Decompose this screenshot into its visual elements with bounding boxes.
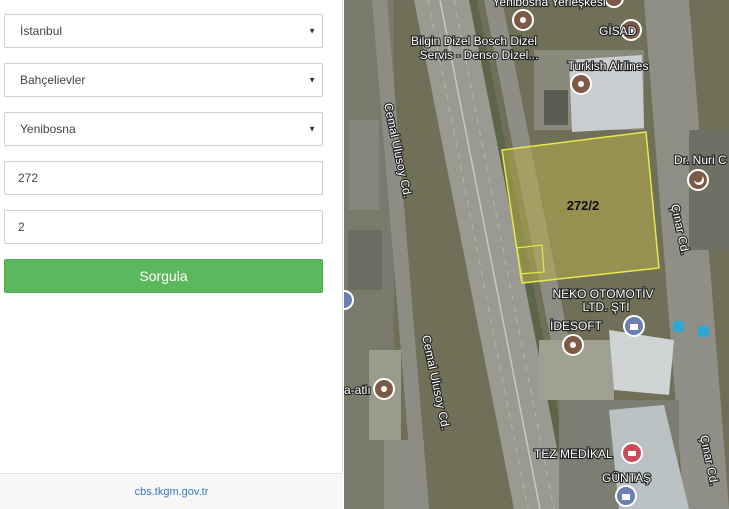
satellite-map[interactable]: 272/2 Yenibosna Yerleşkesi GİSAD Bilgin …	[344, 0, 729, 509]
dropdown-arrow-icon: ▼	[308, 75, 316, 85]
district-value: Bahçelievler	[20, 73, 86, 87]
block-value: 272	[18, 171, 39, 185]
poi-label-nuri: Dr. Nuri C	[674, 153, 727, 167]
mosque-icon[interactable]	[687, 169, 709, 191]
poi-label-neko-line2: LTD. ŞTİ	[582, 300, 629, 314]
shopping-bag-icon[interactable]	[344, 290, 354, 310]
neighborhood-select[interactable]: Yenibosna ▼	[4, 112, 323, 146]
shopping-bag-icon[interactable]	[623, 315, 645, 337]
province-value: İstanbul	[20, 24, 63, 38]
poi-marker-icon[interactable]	[562, 334, 584, 356]
poi-label-gisad: GİSAD	[599, 24, 637, 38]
poi-label-guntas: GÜNTAŞ	[602, 471, 651, 485]
poi-label-bilgin-line1: Bilgin Dizel Bosch Dizel	[411, 34, 537, 48]
footer-link[interactable]: cbs.tkgm.gov.tr	[135, 486, 209, 498]
district-select[interactable]: Bahçelievler ▼	[4, 63, 323, 97]
parcel-value: 2	[18, 220, 25, 234]
parcel-label: 272/2	[567, 198, 600, 213]
poi-marker-icon[interactable]	[373, 378, 395, 400]
poi-label-atli: a-atlı	[344, 383, 371, 397]
medical-icon[interactable]	[621, 442, 643, 464]
province-select[interactable]: İstanbul ▼	[4, 14, 323, 48]
query-panel: İstanbul ▼ Bahçelievler ▼ Yenibosna ▼ 27…	[0, 0, 343, 509]
dropdown-arrow-icon: ▼	[308, 26, 316, 36]
map-view[interactable]: 272/2 Yenibosna Yerleşkesi GİSAD Bilgin …	[344, 0, 729, 509]
shopping-bag-icon[interactable]	[615, 485, 637, 507]
poi-label-idesoft: İDESOFT	[550, 319, 603, 333]
footer: cbs.tkgm.gov.tr	[0, 473, 343, 509]
poi-label-yenibosna: Yenibosna Yerleşkesi	[493, 0, 606, 9]
neighborhood-value: Yenibosna	[20, 122, 76, 136]
parcel-input[interactable]: 2	[4, 210, 323, 244]
poi-label-tez-medikal: TEZ MEDİKAL	[534, 447, 613, 461]
query-button[interactable]: Sorgula	[4, 259, 323, 293]
poi-marker-icon[interactable]	[570, 73, 592, 95]
poi-label-neko-line1: NEKO OTOMOTİV	[552, 287, 653, 301]
dropdown-arrow-icon: ▼	[308, 124, 316, 134]
poi-label-turkish-airlines: Turkish Airlines	[568, 59, 649, 73]
poi-label-bilgin-line2: Servis - Denso Dizel...	[420, 48, 539, 62]
block-input[interactable]: 272	[4, 161, 323, 195]
poi-marker-icon[interactable]	[512, 9, 534, 31]
